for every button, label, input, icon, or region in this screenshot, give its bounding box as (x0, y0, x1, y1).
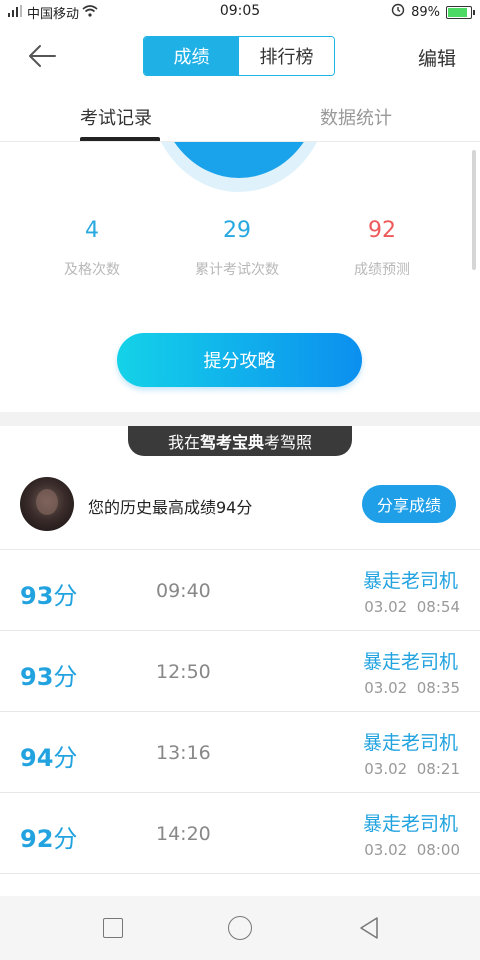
share-score-button[interactable]: 分享成绩 (362, 485, 456, 523)
score-circle (0, 142, 470, 202)
section-divider (0, 412, 480, 426)
score-value: 92 (20, 825, 54, 853)
system-back-button[interactable] (358, 916, 380, 944)
score-value: 93 (20, 582, 54, 610)
recent-apps-button[interactable] (103, 918, 123, 938)
record-duration: 14:20 (156, 823, 211, 845)
top-nav: 成绩 排行榜 编辑 (0, 24, 480, 88)
record-score: 93分 (20, 576, 77, 611)
stat-label: 成绩预测 (354, 262, 410, 278)
record-nickname: 暴走老司机 (362, 732, 458, 754)
alarm-icon (391, 3, 405, 21)
stat-pass-count: 4 及格次数 (22, 218, 162, 279)
stat-value: 4 (85, 218, 99, 243)
banner-prefix: 我在 (167, 433, 200, 452)
record-score: 92分 (20, 819, 77, 854)
app-banner: 我在 驾考宝典 考驾照 (128, 426, 352, 456)
record-nickname: 暴走老司机 (362, 651, 458, 673)
record-timestamp: 03.02 08:35 (364, 679, 460, 697)
score-unit: 分 (53, 663, 78, 691)
segment-score[interactable]: 成绩 (144, 37, 239, 75)
exam-record-row[interactable]: 93分 12:50 暴走老司机 03.02 08:35 (0, 631, 480, 712)
record-duration: 12:50 (156, 661, 211, 683)
stat-score-prediction: 92 成绩预测 (312, 218, 452, 279)
battery-icon (446, 5, 475, 19)
status-right: 89% (391, 3, 475, 21)
score-unit: 分 (53, 744, 78, 772)
record-duration: 13:16 (156, 742, 211, 764)
scrollbar[interactable] (472, 150, 476, 270)
record-duration: 09:40 (156, 580, 211, 602)
exam-record-row[interactable]: 93分 09:40 暴走老司机 03.02 08:54 (0, 550, 480, 631)
segment-ranking[interactable]: 排行榜 (239, 37, 334, 75)
stat-label: 及格次数 (64, 262, 120, 278)
score-unit: 分 (53, 825, 78, 853)
score-unit: 分 (53, 582, 78, 610)
record-time: 08:21 (416, 760, 460, 778)
sub-tabs: 考试记录 数据统计 (0, 88, 480, 142)
back-triangle-icon (360, 917, 378, 939)
record-time: 08:35 (416, 679, 460, 697)
exam-record-list: 93分 09:40 暴走老司机 03.02 08:54 93分 12:50 暴走… (0, 550, 480, 874)
banner-suffix: 考驾照 (264, 433, 313, 452)
score-value: 94 (20, 744, 54, 772)
exam-record-row[interactable]: 94分 13:16 暴走老司机 03.02 08:21 (0, 712, 480, 793)
record-time: 08:00 (416, 841, 460, 859)
record-timestamp: 03.02 08:21 (364, 760, 460, 778)
tab-exam-records[interactable]: 考试记录 (80, 104, 152, 130)
record-nickname: 暴走老司机 (362, 813, 458, 835)
avatar[interactable] (20, 477, 74, 531)
record-time: 08:54 (416, 598, 460, 616)
stat-total-exams: 29 累计考试次数 (167, 218, 307, 279)
record-timestamp: 03.02 08:54 (364, 598, 460, 616)
improve-tips-button[interactable]: 提分攻略 (117, 333, 362, 387)
record-timestamp: 03.02 08:00 (364, 841, 460, 859)
stat-value: 29 (223, 218, 251, 243)
home-button[interactable] (228, 916, 252, 940)
back-button[interactable] (22, 38, 62, 74)
record-date: 03.02 (364, 679, 408, 697)
record-score: 94分 (20, 738, 77, 773)
tab-statistics[interactable]: 数据统计 (320, 104, 392, 130)
score-value: 93 (20, 663, 54, 691)
record-date: 03.02 (364, 598, 408, 616)
record-nickname: 暴走老司机 (362, 570, 458, 592)
back-arrow-icon (29, 45, 56, 67)
record-date: 03.02 (364, 760, 408, 778)
status-bar: 中国移动 09:05 89% (0, 0, 480, 24)
stat-value: 92 (368, 218, 396, 243)
tab-indicator (80, 137, 160, 141)
segment-control: 成绩 排行榜 (143, 36, 335, 76)
record-date: 03.02 (364, 841, 408, 859)
edit-button[interactable]: 编辑 (418, 44, 456, 71)
battery-percent: 89% (411, 4, 440, 20)
banner-brand: 驾考宝典 (199, 433, 264, 452)
stat-label: 累计考试次数 (195, 262, 279, 278)
record-score: 93分 (20, 657, 77, 692)
system-nav-bar (0, 896, 480, 960)
exam-record-row[interactable]: 92分 14:20 暴走老司机 03.02 08:00 (0, 793, 480, 874)
best-score-text: 您的历史最高成绩94分 (88, 498, 253, 517)
